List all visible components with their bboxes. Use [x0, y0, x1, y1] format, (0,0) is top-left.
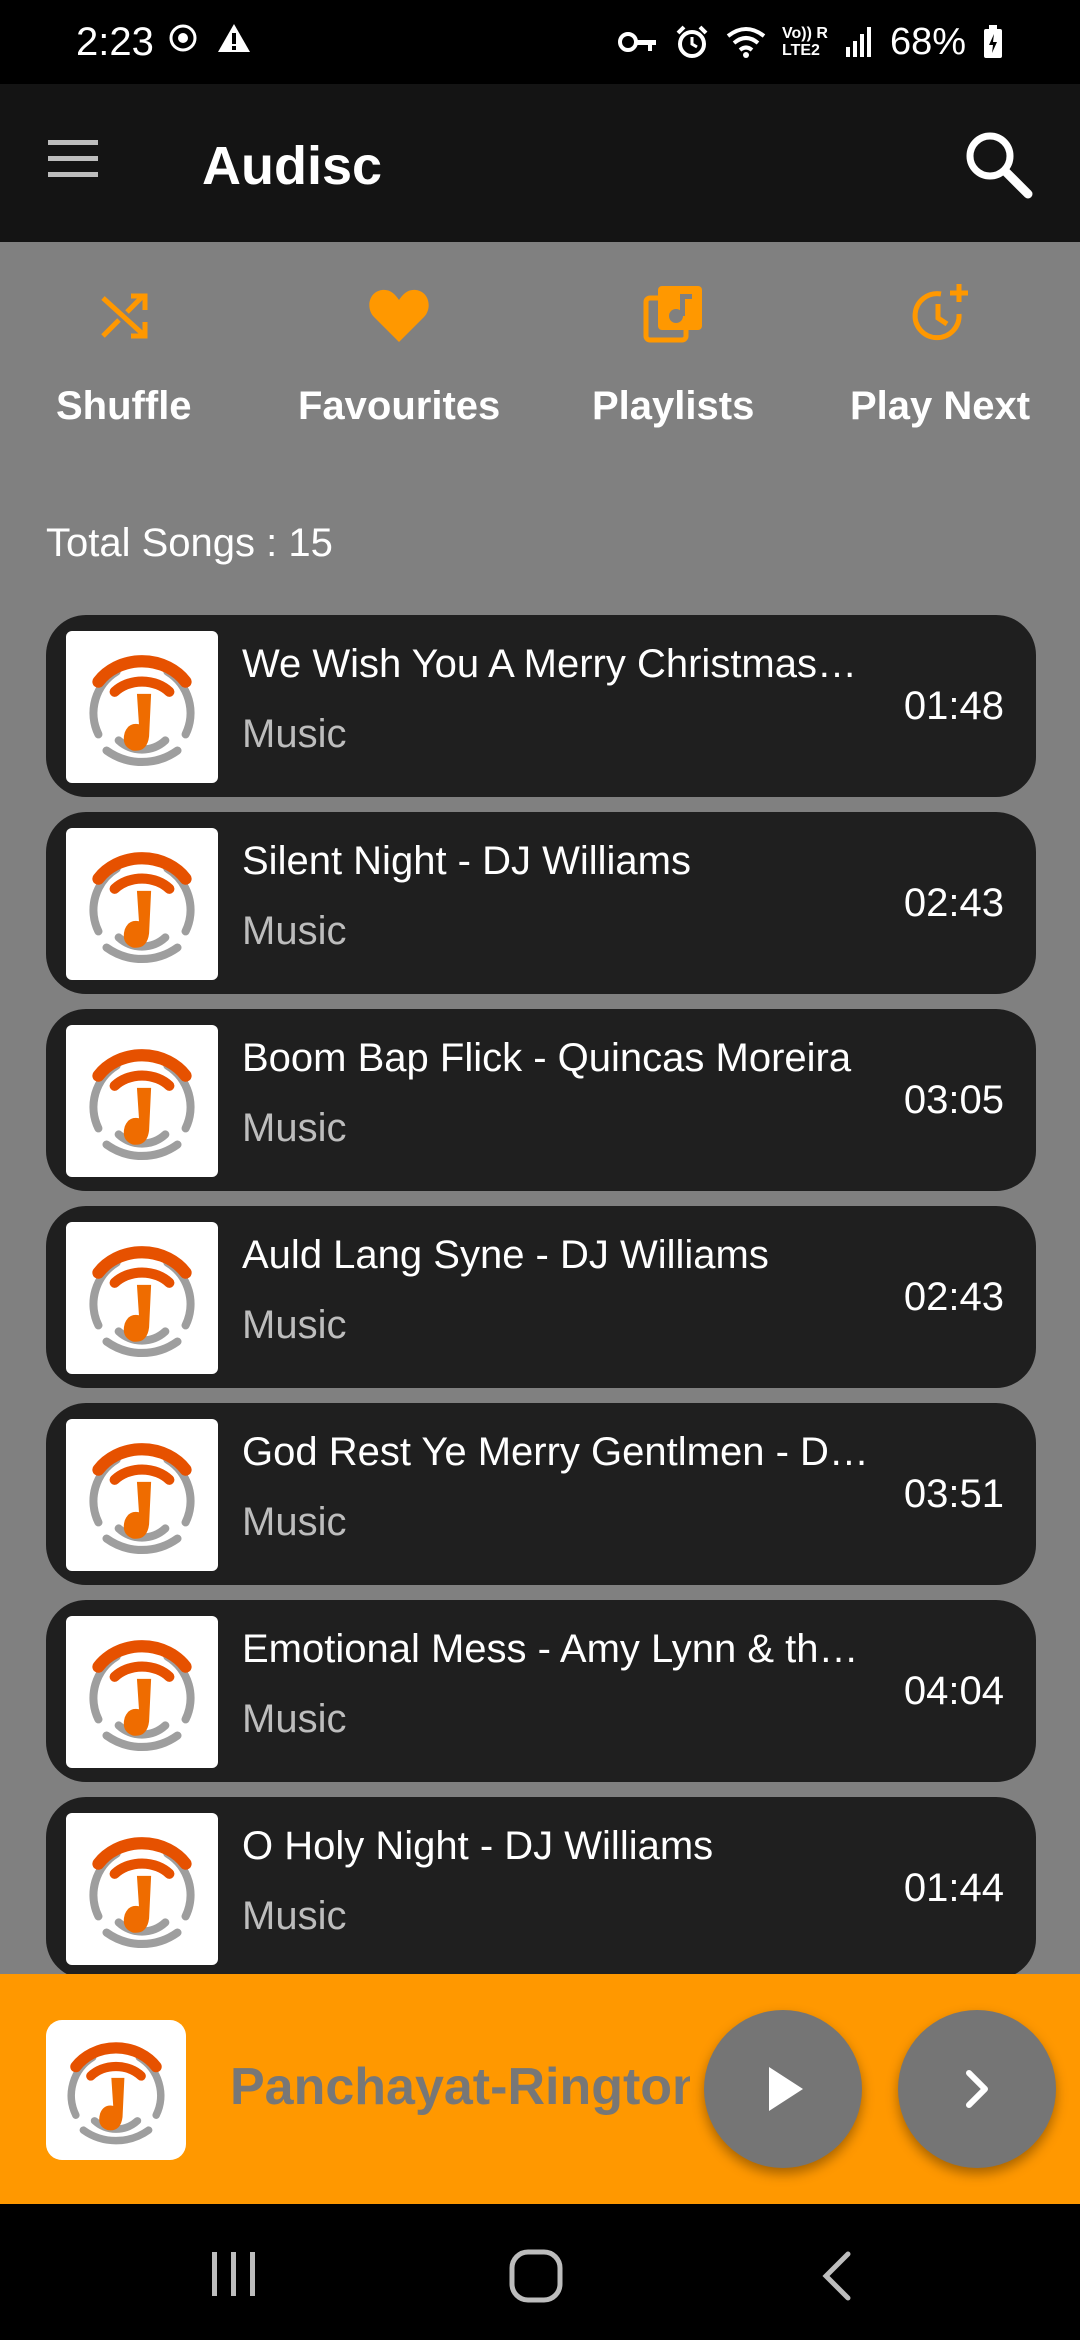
shuffle-label: Shuffle	[56, 384, 192, 428]
playlists-action[interactable]: Playlists	[592, 280, 754, 430]
song-duration: 04:04	[897, 1666, 1004, 1716]
song-thumbnail	[66, 1813, 218, 1965]
recent-apps-icon	[212, 2252, 255, 2296]
song-title: O Holy Night - DJ Williams	[242, 1824, 714, 1868]
song-item[interactable]: Auld Lang Syne - DJ Williams Music 02:43	[46, 1206, 1036, 1388]
song-thumbnail	[66, 631, 218, 783]
song-category: Music	[242, 712, 347, 756]
battery-percent: 68%	[889, 21, 966, 63]
song-item[interactable]: God Rest Ye Merry Gentlmen - D… Music 03…	[46, 1403, 1036, 1585]
play-next-action[interactable]: Play Next	[850, 280, 1030, 430]
wifi-icon	[726, 26, 766, 58]
song-duration: 03:51	[897, 1469, 1004, 1519]
signal-icon	[844, 25, 874, 59]
song-duration: 02:43	[897, 878, 1004, 928]
song-duration: 03:05	[897, 1075, 1004, 1125]
battery-icon	[982, 24, 1004, 60]
song-item[interactable]: We Wish You A Merry Christmas… Music 01:…	[46, 615, 1036, 797]
song-title: We Wish You A Merry Christmas…	[242, 642, 857, 686]
song-category: Music	[242, 1106, 347, 1150]
back-icon	[822, 2251, 851, 2301]
status-right: Vo)) R LTE2 68%	[618, 16, 1004, 68]
quick-actions: Shuffle Favourites Playlists Play Next	[0, 280, 1080, 460]
song-category: Music	[242, 1894, 347, 1938]
playlists-label: Playlists	[592, 384, 755, 428]
home-button[interactable]	[508, 2248, 564, 2309]
menu-icon[interactable]	[44, 138, 114, 188]
favourites-label: Favourites	[298, 384, 501, 428]
next-button[interactable]	[898, 2010, 1056, 2168]
song-item[interactable]: Boom Bap Flick - Quincas Moreira Music 0…	[46, 1009, 1036, 1191]
app-title: Audisc	[202, 136, 383, 196]
home-icon	[509, 2249, 563, 2303]
song-title: Boom Bap Flick - Quincas Moreira	[242, 1036, 852, 1080]
heart-icon	[369, 289, 429, 342]
next-icon	[966, 2070, 988, 2108]
song-title: God Rest Ye Merry Gentlmen - D…	[242, 1430, 869, 1474]
app-bar: Audisc	[0, 84, 1080, 242]
song-duration: 02:43	[897, 1272, 1004, 1322]
play-next-label: Play Next	[850, 384, 1031, 428]
alarm-icon	[674, 24, 710, 60]
song-thumbnail	[66, 828, 218, 980]
song-category: Music	[242, 1697, 347, 1741]
search-icon[interactable]	[958, 124, 1038, 204]
status-time: 2:23	[76, 20, 154, 64]
song-category: Music	[242, 1500, 347, 1544]
playlist-icon	[643, 286, 703, 343]
song-thumbnail	[66, 1025, 218, 1177]
play-icon	[769, 2067, 803, 2111]
now-playing-thumbnail	[46, 2020, 186, 2160]
shuffle-action[interactable]: Shuffle	[56, 280, 192, 430]
song-thumbnail	[66, 1616, 218, 1768]
song-title: Silent Night - DJ Williams	[242, 839, 691, 883]
status-left-icons	[168, 22, 252, 59]
song-title: Emotional Mess - Amy Lynn & th…	[242, 1627, 859, 1671]
song-duration: 01:44	[897, 1863, 1004, 1913]
song-item[interactable]: Emotional Mess - Amy Lynn & th… Music 04…	[46, 1600, 1036, 1782]
total-songs-count: Total Songs : 15	[46, 521, 333, 565]
shuffle-icon	[100, 293, 148, 339]
play-next-icon	[912, 284, 969, 341]
back-button[interactable]	[816, 2248, 856, 2309]
vpn-key-icon	[618, 30, 658, 54]
song-item[interactable]: Silent Night - DJ Williams Music 02:43	[46, 812, 1036, 994]
status-bar: 2:23 Vo)) R LTE2 68%	[0, 0, 1080, 84]
now-playing-bar[interactable]: Panchayat-Ringtone	[0, 1974, 1080, 2204]
play-button[interactable]	[704, 2010, 862, 2168]
navigation-bar	[0, 2204, 1080, 2340]
song-thumbnail	[66, 1222, 218, 1374]
song-category: Music	[242, 1303, 347, 1347]
favourites-action[interactable]: Favourites	[298, 280, 500, 430]
now-playing-title: Panchayat-Ringtone	[230, 2058, 690, 2116]
whatsapp-icon	[168, 23, 198, 58]
song-duration: 01:48	[897, 681, 1004, 731]
recent-apps-button[interactable]	[206, 2248, 262, 2305]
song-title: Auld Lang Syne - DJ Williams	[242, 1233, 769, 1277]
alert-icon	[216, 22, 252, 59]
network-label: Vo)) R LTE2	[782, 25, 828, 59]
song-thumbnail	[66, 1419, 218, 1571]
song-item[interactable]: O Holy Night - DJ Williams Music 01:44	[46, 1797, 1036, 1979]
song-category: Music	[242, 909, 347, 953]
